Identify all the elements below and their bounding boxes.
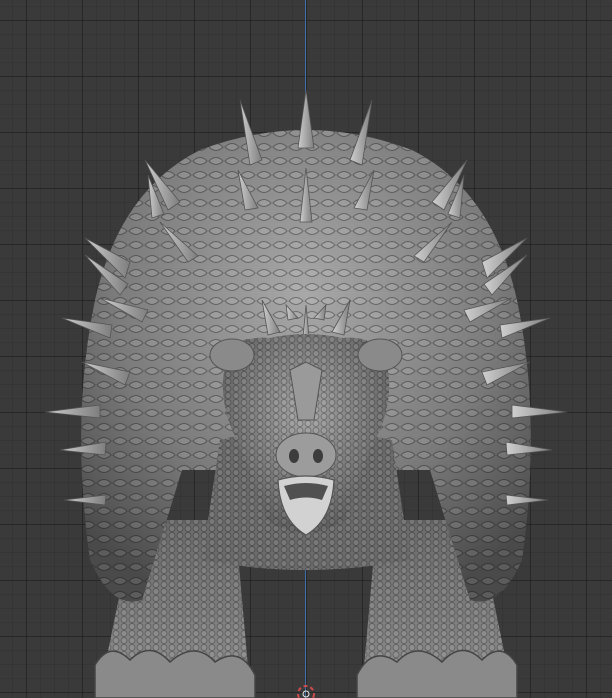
ankylosaur-sculpt-model[interactable] <box>0 0 612 698</box>
3d-cursor-icon <box>297 685 315 698</box>
3d-viewport[interactable] <box>0 0 612 698</box>
